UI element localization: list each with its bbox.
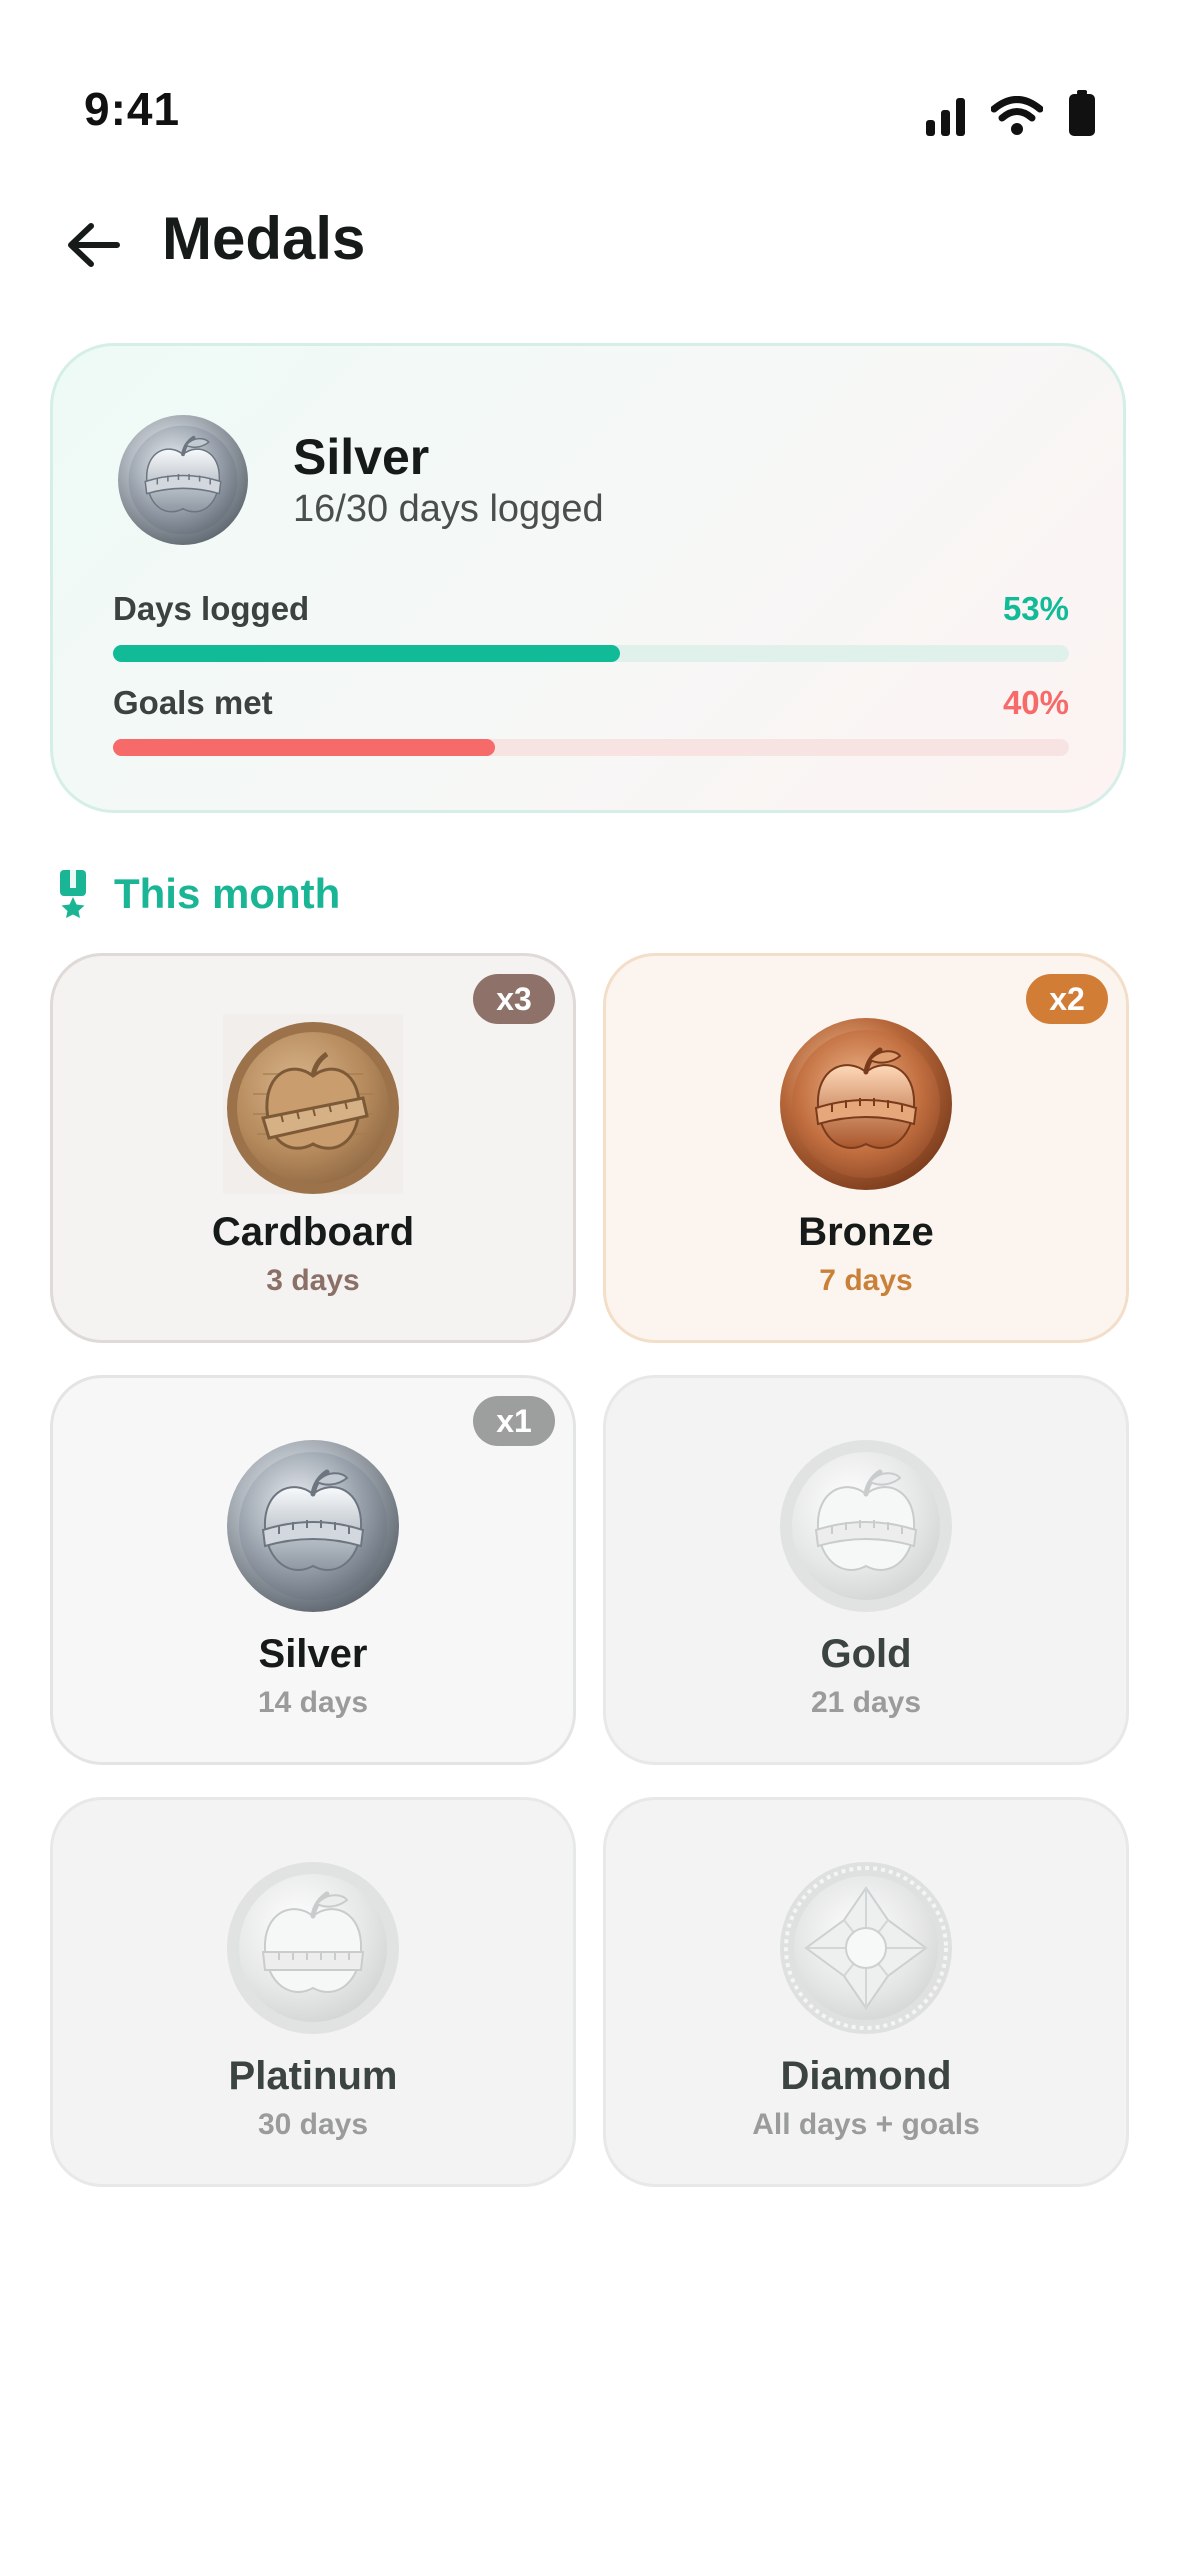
medal-requirement: 7 days (819, 1264, 913, 1297)
medal-requirement: 14 days (257, 1686, 369, 1719)
cellular-signal-icon (926, 96, 965, 136)
medal-name: Bronze (798, 1210, 934, 1254)
goals-met-percent: 40% (1002, 684, 1069, 721)
medal-requirement: 30 days (257, 2108, 369, 2141)
section-header-this-month: This month (58, 864, 340, 924)
earned-count-badge: x3 (473, 974, 555, 1024)
medal-requirement: All days + goals (752, 2108, 980, 2141)
medal-requirement: 21 days (810, 1686, 922, 1719)
gold-medal-locked-icon (780, 1440, 952, 1612)
current-medal-name: Silver (293, 429, 430, 485)
earned-count-badge: x1 (473, 1396, 555, 1446)
status-bar: 9:41 (0, 0, 1179, 200)
medal-card-platinum[interactable]: Platinum 30 days (50, 1797, 576, 2187)
cardboard-medal-icon (223, 1014, 403, 1194)
arrow-left-icon (68, 223, 120, 267)
goals-met-fill (113, 739, 496, 756)
medal-requirement: 3 days (266, 1264, 360, 1297)
medal-name: Cardboard (211, 1210, 415, 1254)
medal-card-cardboard[interactable]: x3 Cardboard 3 days (50, 953, 576, 1343)
days-logged-percent: 53% (1002, 590, 1069, 627)
status-icons (926, 88, 1095, 136)
medal-name: Platinum (228, 2054, 398, 2098)
medal-card-gold[interactable]: Gold 21 days (603, 1375, 1129, 1765)
app-header: Medals (0, 190, 1179, 300)
silver-medal-icon (118, 415, 248, 545)
days-logged-fill (113, 645, 620, 662)
current-medal-progress-text: 16/30 days logged (293, 488, 604, 530)
medal-name: Gold (820, 1632, 912, 1676)
section-title: This month (114, 870, 341, 917)
medal-name: Silver (258, 1632, 368, 1676)
goals-met-label: Goals met (113, 684, 273, 721)
days-logged-track (113, 645, 1069, 662)
medal-card-diamond[interactable]: Diamond All days + goals (603, 1797, 1129, 2187)
status-time: 9:41 (84, 83, 181, 135)
back-button[interactable] (50, 202, 136, 288)
bronze-medal-icon (780, 1018, 952, 1190)
medal-card-bronze[interactable]: x2 Bronze 7 days (603, 953, 1129, 1343)
medal-ribbon-icon (60, 870, 86, 918)
earned-count-badge: x2 (1026, 974, 1108, 1024)
medal-card-silver[interactable]: x1 Silver 14 days (50, 1375, 576, 1765)
current-medal-summary-card: Silver 16/30 days logged Days logged 53%… (50, 343, 1126, 813)
battery-icon (1069, 90, 1095, 136)
silver-medal-icon (227, 1440, 399, 1612)
diamond-medal-locked-icon (780, 1862, 952, 2034)
goals-met-track (113, 739, 1069, 756)
wifi-icon (991, 96, 1043, 136)
page-title: Medals (162, 205, 366, 272)
days-logged-label: Days logged (113, 590, 310, 627)
platinum-medal-locked-icon (227, 1862, 399, 2034)
medal-name: Diamond (780, 2054, 952, 2098)
